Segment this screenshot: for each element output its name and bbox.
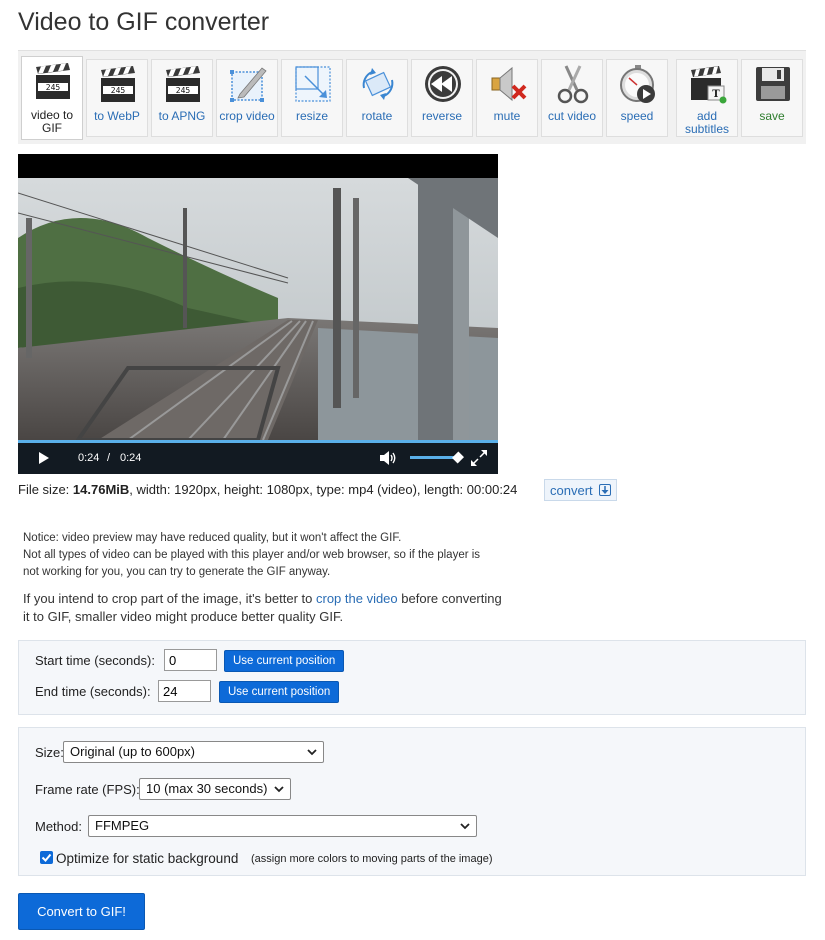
convert-to-gif-button[interactable]: Convert to GIF! [18, 893, 145, 930]
volume-icon[interactable] [380, 451, 398, 465]
tool-label: add subtitles [684, 109, 730, 136]
chevron-down-icon [274, 786, 284, 793]
size-select-value: Original (up to 600px) [70, 744, 196, 759]
fullscreen-icon[interactable] [471, 450, 487, 466]
clapperboard-icon: 245 [166, 66, 200, 102]
speaker-muted-icon [491, 66, 527, 102]
tool-toolbar: 245 video to GIF 245 to WebP 245 to APNG [18, 50, 806, 144]
svg-text:T: T [712, 89, 720, 100]
crop-note-text: If you intend to crop part of the image,… [23, 591, 316, 606]
clapper-digits: 245 [176, 86, 191, 95]
optimize-checkbox[interactable] [40, 851, 53, 864]
size-label: Size: [35, 745, 64, 760]
stopwatch-icon [620, 65, 655, 103]
tool-resize[interactable]: resize [281, 59, 343, 137]
tool-label: resize [295, 109, 328, 123]
end-time-label: End time (seconds): [35, 684, 151, 699]
rotate-icon [362, 68, 394, 100]
video-frame [18, 178, 498, 440]
tool-add-subtitles[interactable]: T add subtitles [676, 59, 738, 137]
method-select[interactable]: FFMPEG [88, 815, 477, 837]
tool-to-apng[interactable]: 245 to APNG [151, 59, 213, 137]
video-current-time: 0:24 [78, 452, 100, 464]
optimize-label: Optimize for static background [56, 851, 239, 866]
tool-mute[interactable]: mute [476, 59, 538, 137]
clapperboard-text-icon: T [691, 66, 727, 104]
tool-save[interactable]: save [741, 59, 803, 137]
options-panel: Size: Original (up to 600px) Frame rate … [18, 727, 806, 876]
chevron-down-icon [460, 823, 470, 830]
size-select[interactable]: Original (up to 600px) [63, 741, 324, 763]
start-use-current-position-button[interactable]: Use current position [224, 650, 345, 672]
clapper-digits: 245 [111, 86, 126, 95]
file-details: , width: 1920px, height: 1080px, type: m… [129, 482, 518, 497]
tool-video-to-gif[interactable]: 245 video to GIF [21, 56, 83, 140]
fps-label: Frame rate (FPS): [35, 782, 140, 797]
clapper-digits: 245 [46, 83, 61, 92]
file-size-value: 14.76MiB [72, 482, 130, 497]
tool-speed[interactable]: speed [606, 59, 668, 137]
video-progress-bar[interactable] [18, 440, 498, 443]
notice-line: Notice: video preview may have reduced q… [23, 532, 402, 544]
video-time-separator: / [107, 452, 111, 464]
tool-to-webp[interactable]: 245 to WebP [86, 59, 148, 137]
notice-line: not working for you, you can try to gene… [23, 566, 331, 578]
checkmark-icon [41, 853, 52, 862]
file-info: File size: 14.76MiB, width: 1920px, heig… [18, 482, 517, 497]
chevron-down-icon [307, 749, 317, 756]
play-icon[interactable] [38, 452, 50, 464]
rewind-icon [425, 66, 461, 102]
convert-link-button[interactable]: convert [544, 479, 618, 501]
tool-label: rotate [361, 109, 393, 123]
tool-label: to WebP [94, 109, 140, 123]
time-range-panel: Start time (seconds): Use current positi… [18, 640, 806, 715]
convert-link-label: convert [550, 483, 593, 498]
volume-slider-thumb[interactable] [451, 451, 465, 464]
tool-label: mute [493, 109, 521, 123]
page-title: Video to GIF converter [18, 8, 270, 36]
preview-notice: Notice: video preview may have reduced q… [23, 530, 523, 581]
clapperboard-icon: 245 [101, 66, 135, 102]
tool-label: save [759, 109, 785, 123]
scissors-icon [557, 65, 589, 104]
fps-select-value: 10 (max 30 seconds) [146, 781, 268, 796]
method-select-value: FFMPEG [95, 818, 150, 833]
tool-reverse[interactable]: reverse [411, 59, 473, 137]
start-time-label: Start time (seconds): [35, 653, 155, 668]
end-use-current-position-button[interactable]: Use current position [219, 681, 340, 703]
notice-line: Not all types of video can be played wit… [23, 549, 481, 561]
end-time-input[interactable] [158, 680, 211, 702]
tool-rotate[interactable]: rotate [346, 59, 408, 137]
tool-label: crop video [219, 109, 275, 123]
crop-icon [230, 67, 267, 102]
tool-label: reverse [421, 109, 462, 123]
resize-icon [295, 66, 331, 102]
file-size-label: File size: [18, 482, 70, 497]
crop-note-text: before converting [397, 591, 502, 606]
crop-video-link[interactable]: crop the video [316, 591, 398, 606]
tool-label: speed [620, 109, 654, 123]
start-time-input[interactable] [164, 649, 217, 671]
clapperboard-icon: 245 [36, 63, 70, 99]
video-duration: 0:24 [120, 452, 142, 464]
tool-label: video to GIF [30, 108, 74, 135]
tool-label: to APNG [158, 109, 206, 123]
tool-cut-video[interactable]: cut video [541, 59, 603, 137]
download-arrow-icon [599, 484, 612, 496]
fps-select[interactable]: 10 (max 30 seconds) [139, 778, 291, 800]
tool-crop-video[interactable]: crop video [216, 59, 278, 137]
tool-label: cut video [547, 109, 597, 123]
video-controls: 0:24 / 0:24 [18, 440, 498, 474]
crop-note-line2: it to GIF, smaller video might produce b… [23, 609, 344, 624]
method-label: Method: [35, 819, 82, 834]
video-player[interactable]: 0:24 / 0:24 [18, 154, 498, 474]
crop-note: If you intend to crop part of the image,… [23, 590, 523, 626]
floppy-disk-icon [756, 67, 790, 101]
optimize-hint: (assign more colors to moving parts of t… [251, 853, 493, 865]
